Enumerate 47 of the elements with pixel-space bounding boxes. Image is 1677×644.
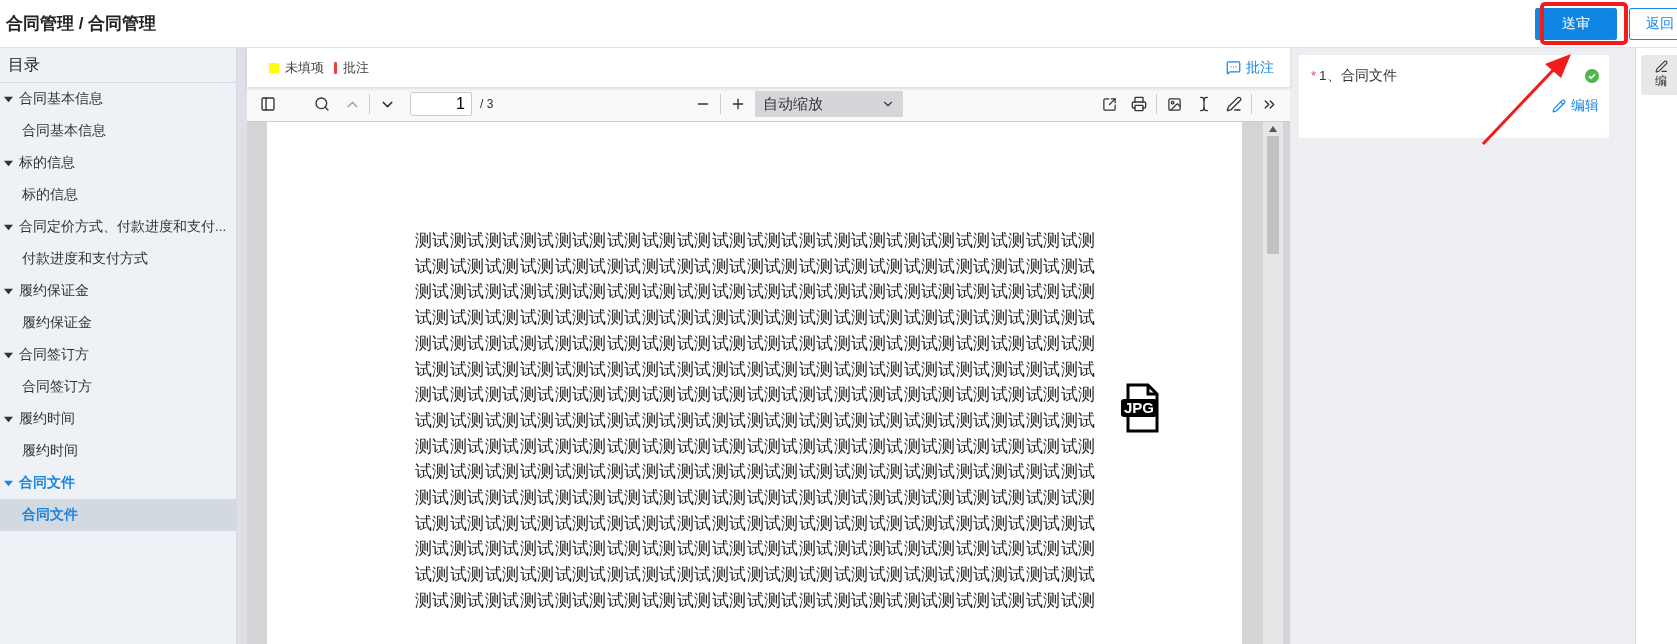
scrollbar-thumb[interactable] [1267, 136, 1279, 254]
legend-label: 未填项 [285, 58, 324, 77]
page-count: / 3 [480, 97, 494, 111]
tree-group-item[interactable]: 合同基本信息 [0, 83, 236, 115]
tree-group-item[interactable]: 合同签订方 [0, 339, 236, 371]
field-label: * 1、合同文件 [1311, 67, 1397, 85]
file-type-label: JPG [1121, 399, 1157, 417]
document-text-line: 测试测试测试测试测试测试测试测试测试测试测试测试测试测试测试测试测试测试测试测 [415, 280, 1096, 304]
tree-group-item[interactable]: 合同定价方式、付款进度和支付... [0, 211, 236, 243]
legend-label: 批注 [343, 58, 369, 77]
tree-group-item[interactable]: 履约时间 [0, 403, 236, 435]
tool-label: 编 [1655, 73, 1667, 90]
tree-item[interactable]: 合同基本信息 [0, 115, 236, 147]
tree-item[interactable]: 合同签订方 [0, 371, 236, 403]
submit-review-button[interactable]: 送审 [1535, 7, 1617, 40]
comment-icon[interactable] [1226, 60, 1241, 75]
document-text-line: 试测试测试测试测试测试测试测试测试测试测试测试测试测试测试测试测试测试测试测试 [415, 563, 1096, 587]
document-text-line: 试测试测试测试测试测试测试测试测试测试测试测试测试测试测试测试测试测试测试测试 [415, 306, 1096, 330]
document-text-line: 试测试测试测试测试测试测试测试测试测试测试测试测试测试测试测试测试测试测试测试 [415, 460, 1096, 484]
tree-item[interactable]: 履约时间 [0, 435, 236, 467]
breadcrumb-title: 合同管理 / 合同管理 [6, 13, 157, 35]
document-text-line: 测试测试测试测试测试测试测试测试测试测试测试测试测试测试测试测试测试测试测试测 [415, 331, 1096, 355]
tree-item[interactable]: 付款进度和支付方式 [0, 243, 236, 275]
sidebar-title: 目录 [0, 48, 236, 83]
page-number-field[interactable]: 1 [410, 92, 472, 116]
document-text-line: 测试测试测试测试测试测试测试测试测试测试测试测试测试测试测试测试测试测试测试测 [415, 229, 1096, 252]
document-text-line: 试测试测试测试测试测试测试测试测试测试测试测试测试测试测试测试测试测试测试测试 [415, 408, 1096, 432]
document-text-line: 测试测试测试测试测试测试测试测试测试测试测试测试测试测试测试测试测试测试测试测 [415, 486, 1096, 510]
tree-item[interactable]: 标的信息 [0, 179, 236, 211]
document-text-line: 试测试测试测试测试测试测试测试测试测试测试测试测试测试测试测试测试测试测试测试 [415, 511, 1096, 535]
tree-item[interactable]: 履约保证金 [0, 307, 236, 339]
pencil-icon [1654, 60, 1668, 73]
tree-group-item[interactable]: 履约保证金 [0, 275, 236, 307]
zoom-select[interactable]: 自动缩放 [755, 91, 904, 117]
annotate-link[interactable]: 批注 [1226, 58, 1274, 77]
edit-link[interactable]: 编辑 [1552, 97, 1599, 115]
document-text-line: 测试测试测试测试测试测试测试测试测试测试测试测试测试测试测试测试测试测试测试测 [415, 588, 1096, 612]
document-text-line: 试测试测试测试测试测试测试测试测试测试测试测试测试测试测试测试测试测试测试测试 [415, 254, 1096, 278]
document-text-line: 测试测试测试测试测试测试测试测试测试测试测试测试测试测试测试测试测试测试测试测 [415, 537, 1096, 561]
scroll-up-arrow-icon[interactable] [1269, 126, 1277, 132]
document-text-line: 测试测试测试测试测试测试测试测试测试测试测试测试测试测试测试测试测试测试测试测 [415, 434, 1096, 458]
edit-tool-button[interactable]: 编 [1641, 55, 1677, 95]
document-text-line: 测试测试测试测试测试测试测试测试测试测试测试测试测试测试测试测试测试测试测试测 [415, 383, 1096, 407]
tree-group-item[interactable]: 标的信息 [0, 147, 236, 179]
document-text-line: 试测试测试测试测试测试测试测试测试测试测试测试测试测试测试测试测试测试测试测试 [415, 357, 1096, 381]
back-button[interactable]: 返回 [1629, 7, 1677, 40]
scrollbar[interactable] [1263, 122, 1283, 644]
